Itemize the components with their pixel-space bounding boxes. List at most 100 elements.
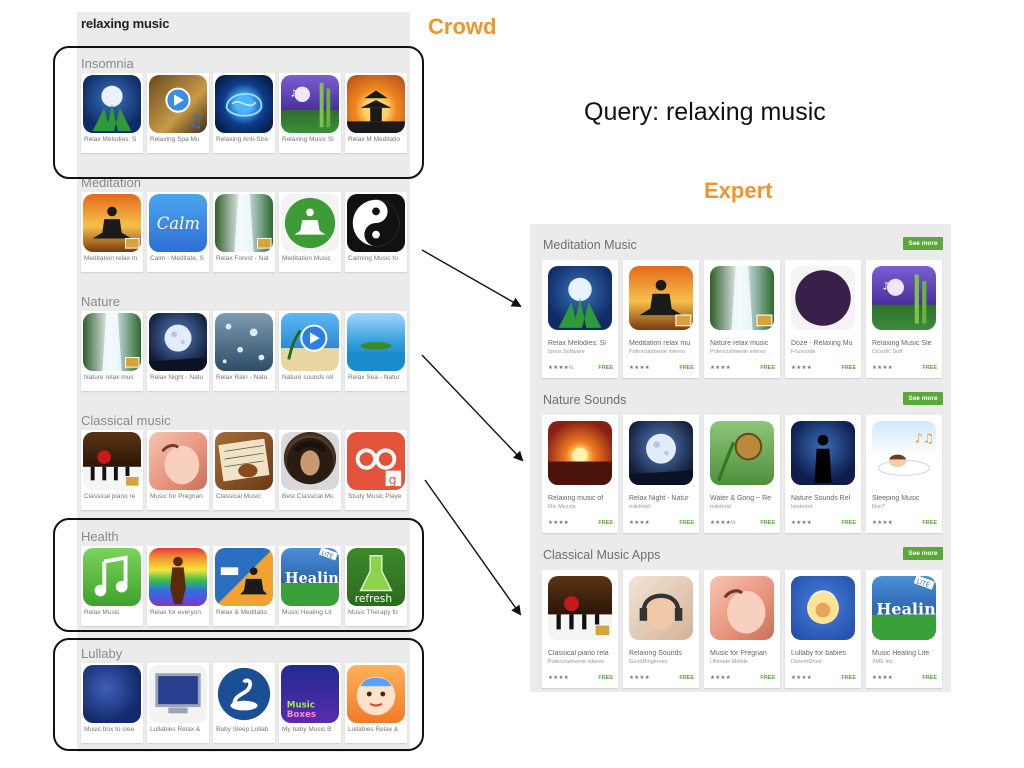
developer-name: Ultimate Mobile [710, 659, 748, 665]
app-name: Water & Gong ~ Re [710, 495, 772, 502]
app-card[interactable]: Relax Night - Natu [147, 311, 209, 391]
health-highlight-box [53, 518, 424, 632]
app-card[interactable]: Nature Sounds Rel landerlot ★★★★ FREE [785, 415, 861, 533]
arrow-meditation [421, 249, 522, 307]
svg-text:♪: ♪ [883, 279, 890, 292]
star-rating: ★★★★ [872, 520, 893, 526]
app-card[interactable]: Doze - Relaxing Mu Founcode ★★★★ FREE [785, 260, 861, 378]
app-card[interactable]: g Study Music Playe [345, 430, 407, 510]
price-label: FREE [841, 365, 856, 371]
crowd-section-meditation: Meditation Meditation relax m Calm Calm - M… [77, 175, 410, 287]
app-card[interactable]: Healing LITE Music Healing Lite XME Inc. ★★★… [866, 570, 942, 688]
waterfall-icon [710, 266, 774, 330]
app-name: Sleeping Music [872, 495, 920, 502]
developer-name: mikdroid [629, 504, 650, 510]
beach-play-icon [281, 313, 339, 371]
expert-section-title: Nature Sounds [543, 393, 627, 407]
svg-text:LITE: LITE [915, 577, 930, 589]
healing-lite-icon: Healing LITE [872, 576, 936, 640]
app-card[interactable]: Classical piano rela Potencialmente inter… [542, 570, 618, 688]
see-more-button[interactable]: See more [903, 237, 943, 250]
svg-text:g: g [389, 472, 397, 487]
app-name: Doze - Relaxing Mu [791, 340, 853, 347]
arrow-nature [421, 354, 524, 462]
app-name: Classical Music [216, 493, 261, 500]
glasses-note-icon: g [347, 432, 405, 490]
app-card[interactable]: Music for Pregnan Ultimate Mobile ★★★★ FREE [704, 570, 780, 688]
crowd-app-row: Meditation relax m Calm Calm - Meditate, S… [79, 192, 408, 284]
crowd-section-title: Nature [81, 294, 121, 309]
meditation-figure-icon [281, 194, 339, 252]
see-more-button[interactable]: See more [903, 392, 943, 405]
app-name: Classical piano rela [548, 650, 609, 657]
app-card[interactable]: Meditation relax mu Potencialmente intere… [623, 260, 699, 378]
app-card[interactable]: Music for Pregnan [147, 430, 209, 510]
crowd-label: Crowd [428, 14, 497, 39]
standing-silhouette-icon [791, 421, 855, 485]
see-more-button[interactable]: See more [903, 547, 943, 560]
svg-text:♪♫: ♪♫ [915, 431, 935, 446]
piano-rose-icon [83, 432, 141, 490]
svg-text:Healing: Healing [876, 599, 936, 618]
app-card[interactable]: Relax Melodies: Sl Ipnos Software ★★★★½ FRE… [542, 260, 618, 378]
app-card[interactable]: Nature relax mus [81, 311, 143, 391]
app-card[interactable]: Relaxing music of Mix Mezcla ★★★★ FREE [542, 415, 618, 533]
app-name: Meditation relax m [84, 255, 138, 262]
night-moon-icon [629, 421, 693, 485]
app-name: Relaxing Sounds [629, 650, 682, 657]
app-name: Relaxing Music Sle [872, 340, 932, 347]
app-name: Classical piano re [84, 493, 136, 500]
waterfall-icon [83, 313, 141, 371]
app-card[interactable]: Relax Night - Natur mikdroid ★★★★ FREE [623, 415, 699, 533]
app-card[interactable]: ♪ Relaxing Music Sle Cicmilic Soft ★★★★ FREE [866, 260, 942, 378]
pregnant-belly-icon [710, 576, 774, 640]
violin-sheet-icon [215, 432, 273, 490]
developer-name: Potencialmente interes [629, 349, 685, 355]
price-label: FREE [679, 675, 694, 681]
app-card[interactable]: Classical Music [213, 430, 275, 510]
app-card[interactable]: Nature relax music Potencialmente interes… [704, 260, 780, 378]
app-card[interactable]: Best Classical Mu [279, 430, 341, 510]
app-name: Relax Melodies: Sl [548, 340, 606, 347]
app-card[interactable]: Classical piano re [81, 430, 143, 510]
developer-name: Cicmilic Soft [872, 349, 903, 355]
bamboo-moon-icon: ♪ [872, 266, 936, 330]
price-label: FREE [760, 365, 775, 371]
app-card[interactable]: Relax Forest - Nat [213, 192, 275, 272]
app-card[interactable]: Relax Sea - Natur [345, 311, 407, 391]
app-name: Nature sounds rel [282, 374, 334, 381]
insomnia-highlight-box [53, 46, 424, 179]
headphones-woman-icon [629, 576, 693, 640]
app-card[interactable]: Meditation Music [279, 192, 341, 272]
beethoven-portrait-icon [281, 432, 339, 490]
app-card[interactable]: Calming Music to [345, 192, 407, 272]
app-card[interactable]: Water & Gong ~ Re mikdroid ★★★★½ FREE [704, 415, 780, 533]
raindrops-icon [215, 313, 273, 371]
expert-results-panel: Meditation Music See more Relax Melodies: … [530, 224, 951, 692]
app-card[interactable]: Lullaby for babies DesemDroid ★★★★ FREE [785, 570, 861, 688]
query-label: Query: relaxing music [584, 98, 826, 126]
star-rating: ★★★★ [710, 675, 731, 681]
app-name: Relax Sea - Natur [348, 374, 400, 381]
price-label: FREE [598, 675, 613, 681]
developer-name: Potencialmente interes [548, 659, 604, 665]
star-rating: ★★★★ [791, 365, 812, 371]
waterfall-icon [215, 194, 273, 252]
yin-yang-icon [347, 194, 405, 252]
meditating-silhouette-icon [629, 266, 693, 330]
star-rating: ★★★★ [710, 365, 731, 371]
app-card[interactable]: ♪♫ Sleeping Music RonT ★★★★ FREE [866, 415, 942, 533]
app-name: Relax Night - Natu [150, 374, 204, 381]
night-moon-icon [149, 313, 207, 371]
crowd-app-row: Nature relax mus Relax Night - Natu Relax … [79, 311, 408, 403]
developer-name: landerlot [791, 504, 813, 510]
app-card[interactable]: Calm Calm - Meditate, S [147, 192, 209, 272]
app-card[interactable]: Meditation relax m [81, 192, 143, 272]
app-card[interactable]: Relaxing Sounds GoodRingtones ★★★★ FREE [623, 570, 699, 688]
app-name: Music for Pregnan [710, 650, 767, 657]
app-card[interactable]: Nature sounds rel [279, 311, 341, 391]
piano-rose-icon [548, 576, 612, 640]
app-card[interactable]: Relax Rain - Natu [213, 311, 275, 391]
calm-logo-icon: Calm [149, 194, 207, 252]
developer-name: Mix Mezcla [548, 504, 576, 510]
